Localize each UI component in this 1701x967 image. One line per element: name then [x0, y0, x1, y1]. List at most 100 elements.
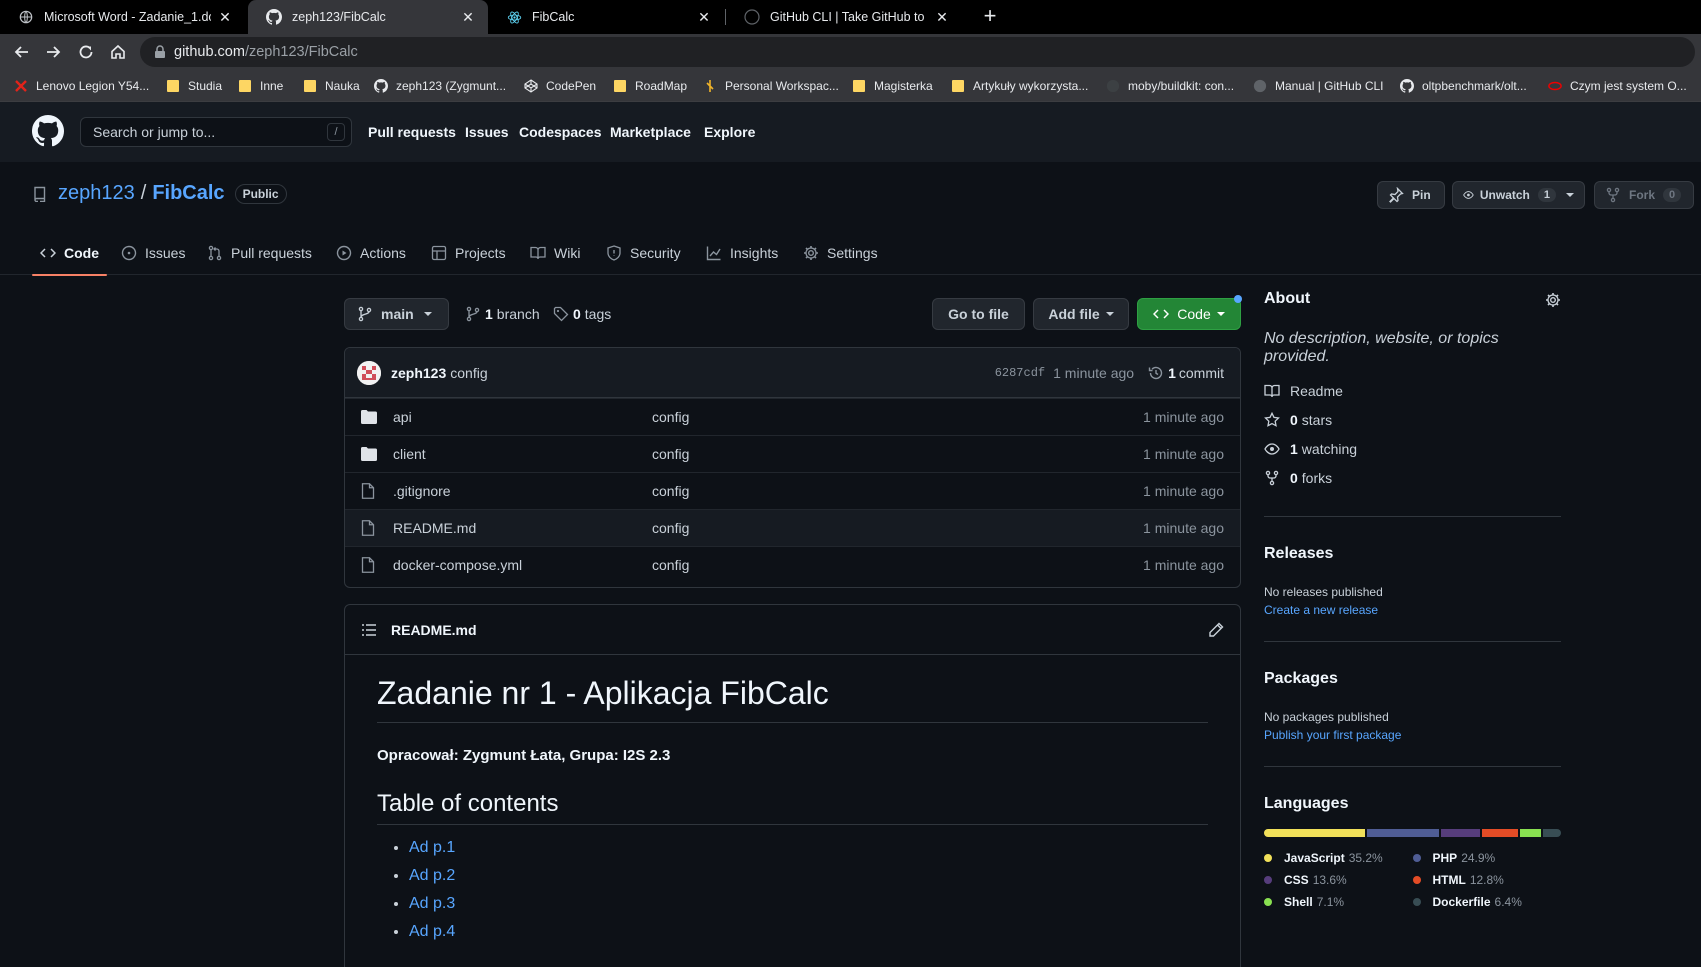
watching-link[interactable]: 1 watching [1264, 434, 1561, 463]
language-item[interactable]: PHP 24.9% [1412, 847, 1562, 869]
branch-select-button[interactable]: main [344, 298, 449, 330]
toc-link[interactable]: Ad p.2 [409, 867, 455, 884]
tab-code[interactable]: Code [32, 230, 107, 276]
file-name[interactable]: docker-compose.yml [393, 557, 652, 573]
bookmark-zeph123[interactable]: zeph123 (Zygmunt... [374, 76, 506, 96]
language-item[interactable]: JavaScript 35.2% [1264, 847, 1413, 869]
toc-link[interactable]: Ad p.3 [409, 895, 455, 912]
bookmark-buildkit[interactable]: moby/buildkit: con... [1106, 76, 1234, 96]
browser-tab-fibcalc[interactable]: FibCalc ✕ [488, 0, 724, 34]
table-row[interactable]: api config 1 minute ago [345, 398, 1240, 435]
tab-pull-requests[interactable]: Pull requests [199, 230, 320, 275]
language-item[interactable]: HTML 12.8% [1412, 869, 1562, 891]
add-file-button[interactable]: Add file [1033, 298, 1129, 330]
file-icon [361, 483, 379, 499]
bookmark-magisterka[interactable]: Magisterka [852, 76, 933, 96]
branches-link[interactable]: 1 branch [465, 306, 540, 322]
nav-marketplace[interactable]: Marketplace [610, 124, 691, 140]
browser-tab-word[interactable]: Microsoft Word - Zadanie_1.docx ✕ [0, 0, 245, 34]
go-to-file-button[interactable]: Go to file [932, 298, 1025, 330]
bookmark-lenovo[interactable]: Lenovo Legion Y54... [14, 76, 149, 96]
tab-insights[interactable]: Insights [698, 230, 786, 275]
bookmark-roadmap[interactable]: RoadMap [613, 76, 687, 96]
commit-sha[interactable]: 6287cdf [995, 366, 1045, 380]
stars-link[interactable]: 0 stars [1264, 405, 1561, 434]
nav-pull-requests[interactable]: Pull requests [368, 124, 456, 140]
close-icon[interactable]: ✕ [934, 9, 950, 26]
create-release-link[interactable]: Create a new release [1264, 603, 1561, 617]
releases-heading[interactable]: Releases [1264, 545, 1561, 563]
commits-link[interactable]: 1 commit [1148, 365, 1224, 381]
readme-link[interactable]: Readme [1264, 376, 1561, 405]
language-item[interactable]: Shell 7.1% [1264, 891, 1413, 913]
new-tab-button[interactable]: + [978, 5, 1002, 29]
table-row[interactable]: client config 1 minute ago [345, 435, 1240, 472]
tab-projects[interactable]: Projects [423, 230, 514, 275]
repo-name-link[interactable]: FibCalc [152, 182, 224, 205]
bookmark-nauka[interactable]: Nauka [303, 76, 360, 96]
address-bar[interactable]: github.com/zeph123/FibCalc [140, 37, 1695, 67]
file-name[interactable]: client [393, 446, 652, 462]
browser-tab-repo[interactable]: zeph123/FibCalc ✕ [248, 0, 488, 34]
language-item[interactable]: Dockerfile 6.4% [1412, 891, 1562, 913]
file-commit-message[interactable]: config [652, 409, 689, 425]
github-logo-icon[interactable] [32, 115, 65, 150]
publish-package-link[interactable]: Publish your first package [1264, 728, 1561, 742]
unwatch-button[interactable]: Unwatch 1 [1452, 181, 1585, 209]
commit-message[interactable]: config [450, 365, 487, 381]
language-percent: 7.1% [1316, 895, 1345, 909]
file-commit-message[interactable]: config [652, 483, 689, 499]
nav-issues[interactable]: Issues [465, 124, 509, 140]
forks-link[interactable]: 0 forks [1264, 463, 1561, 492]
file-commit-message[interactable]: config [652, 520, 689, 536]
file-name[interactable]: api [393, 409, 652, 425]
language-item[interactable]: CSS 13.6% [1264, 869, 1413, 891]
bookmark-gh-cli-manual[interactable]: Manual | GitHub CLI [1253, 76, 1384, 96]
packages-heading[interactable]: Packages [1264, 670, 1561, 688]
bookmark-artykuly[interactable]: Artykuły wykorzysta... [951, 76, 1088, 96]
tab-security[interactable]: Security [598, 230, 689, 275]
avatar[interactable] [357, 360, 381, 385]
reload-button[interactable] [74, 40, 98, 64]
tags-link[interactable]: 0 tags [553, 306, 611, 322]
list-unordered-icon[interactable] [361, 622, 377, 638]
bookmark-redhat[interactable]: Czym jest system O... [1548, 76, 1687, 96]
close-icon[interactable]: ✕ [217, 9, 233, 26]
browser-toolbar: github.com/zeph123/FibCalc [0, 34, 1701, 70]
nav-codespaces[interactable]: Codespaces [519, 124, 601, 140]
tab-actions[interactable]: Actions [328, 230, 414, 275]
close-icon[interactable]: ✕ [696, 9, 712, 26]
file-name[interactable]: .gitignore [393, 483, 652, 499]
bookmark-postman[interactable]: Personal Workspac... [703, 76, 839, 96]
toc-link[interactable]: Ad p.1 [409, 839, 455, 856]
pin-button[interactable]: Pin [1377, 181, 1445, 209]
file-commit-message[interactable]: config [652, 446, 689, 462]
readme-filename[interactable]: README.md [391, 622, 477, 638]
tab-settings[interactable]: Settings [795, 230, 886, 275]
repo-owner-link[interactable]: zeph123 [58, 182, 135, 205]
back-button[interactable] [10, 40, 34, 64]
tab-wiki[interactable]: Wiki [522, 230, 588, 275]
code-button[interactable]: Code [1137, 298, 1241, 330]
bookmark-codepen[interactable]: CodePen [524, 76, 596, 96]
table-row[interactable]: README.md config 1 minute ago [345, 509, 1240, 546]
search-input[interactable]: Search or jump to... / [80, 117, 352, 147]
bookmark-oltpbenchmark[interactable]: oltpbenchmark/olt... [1400, 76, 1527, 96]
close-icon[interactable]: ✕ [460, 9, 476, 26]
bookmark-studia[interactable]: Studia [166, 76, 222, 96]
gear-icon[interactable] [1545, 292, 1561, 311]
bookmark-inne[interactable]: Inne [238, 76, 283, 96]
fork-button[interactable]: Fork 0 [1594, 181, 1694, 209]
file-commit-message[interactable]: config [652, 557, 689, 573]
home-button[interactable] [106, 40, 130, 64]
nav-explore[interactable]: Explore [704, 124, 755, 140]
forward-button[interactable] [41, 40, 65, 64]
table-row[interactable]: .gitignore config 1 minute ago [345, 472, 1240, 509]
tab-issues[interactable]: Issues [113, 230, 193, 275]
table-row[interactable]: docker-compose.yml config 1 minute ago [345, 546, 1240, 583]
pencil-icon[interactable] [1208, 622, 1224, 641]
file-name[interactable]: README.md [393, 520, 652, 536]
commit-author[interactable]: zeph123 [391, 365, 446, 381]
browser-tab-cli[interactable]: GitHub CLI | Take GitHub to the c ✕ [726, 0, 962, 34]
toc-link[interactable]: Ad p.4 [409, 923, 455, 940]
